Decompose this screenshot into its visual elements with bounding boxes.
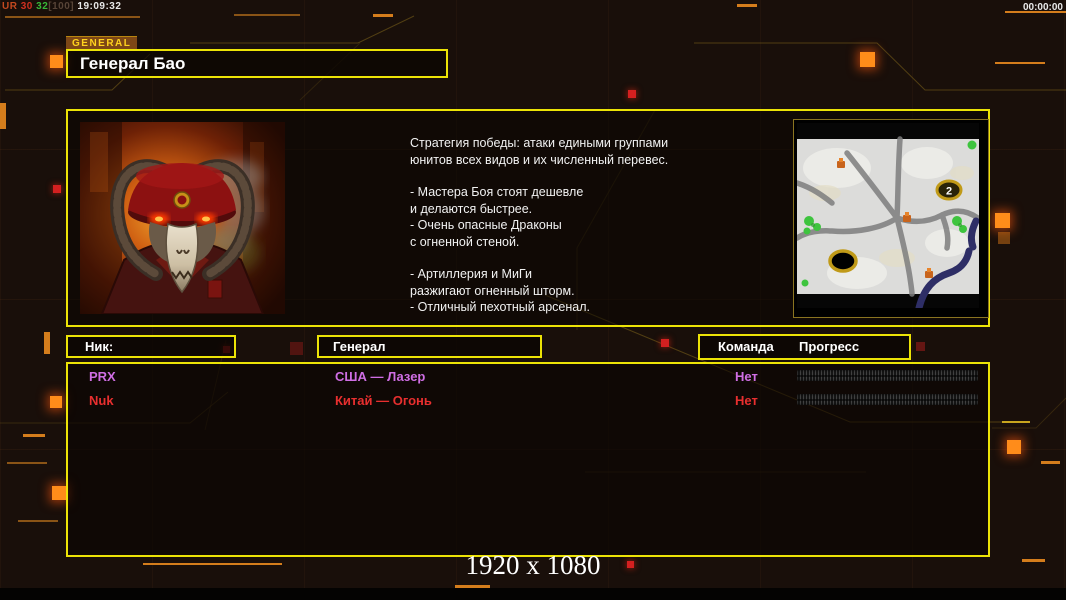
player-row: Nuk Китай — Огонь Нет bbox=[68, 390, 988, 414]
header-general: Генерал bbox=[317, 335, 542, 358]
debug-segment: 19:09:32 bbox=[77, 1, 122, 12]
glow-square bbox=[50, 55, 63, 68]
player-nick: Nuk bbox=[89, 393, 114, 408]
debug-overlay: UR 30 32[100] 19:09:32 bbox=[2, 1, 121, 12]
strategy-paragraph: Стратегия победы: атаки едиными группами… bbox=[410, 136, 669, 167]
player-nick: PRX bbox=[89, 369, 116, 384]
debug-segment: 32 bbox=[36, 1, 49, 12]
glow-square bbox=[1007, 440, 1021, 454]
debug-segment: UR bbox=[2, 1, 21, 12]
strategy-paragraph: - Артиллерия и МиГи разжигают огненный ш… bbox=[410, 267, 590, 314]
glow-square bbox=[998, 232, 1010, 244]
header-team: Команда bbox=[718, 339, 774, 354]
player-general: Китай — Огонь bbox=[335, 393, 432, 408]
glow-square bbox=[290, 342, 303, 355]
start-position-1 bbox=[828, 249, 858, 273]
glow-square bbox=[995, 213, 1010, 228]
bottom-bar bbox=[0, 588, 1066, 600]
glow-square bbox=[53, 185, 61, 193]
resolution-label: 1920 x 1080 bbox=[465, 550, 601, 580]
strategy-description: Стратегия победы: атаки едиными группами… bbox=[410, 135, 720, 332]
trace-dash bbox=[44, 332, 50, 354]
header-team-progress: Команда Прогресс bbox=[698, 334, 911, 360]
trace-dash bbox=[373, 14, 393, 17]
trace-dash bbox=[7, 462, 47, 464]
loading-screen: UR 30 32[100] 19:09:32 00:00:00 GENERAL … bbox=[0, 0, 1066, 600]
debug-segment: [100] bbox=[48, 1, 78, 12]
general-info-panel: Стратегия победы: атаки едиными группами… bbox=[66, 109, 990, 327]
start-position-number: 2 bbox=[946, 186, 952, 198]
trace-dash bbox=[737, 4, 757, 7]
general-portrait bbox=[80, 122, 285, 314]
general-tab-label: GENERAL bbox=[66, 36, 138, 50]
trace-dash bbox=[18, 520, 58, 522]
trace-dash bbox=[23, 434, 45, 437]
glow-square bbox=[628, 90, 636, 98]
player-team: Нет bbox=[735, 369, 758, 384]
match-timer: 00:00:00 bbox=[1022, 2, 1063, 13]
load-progress-bar bbox=[797, 370, 978, 381]
start-position-2: 2 bbox=[935, 179, 963, 201]
trace-dash bbox=[0, 103, 6, 129]
header-nick: Ник: bbox=[66, 335, 236, 358]
glow-square bbox=[661, 339, 669, 347]
glow-square bbox=[52, 486, 66, 500]
glow-square bbox=[50, 396, 62, 408]
player-general: США — Лазер bbox=[335, 369, 426, 384]
trace-dash bbox=[5, 16, 140, 18]
trace-dash bbox=[234, 14, 300, 16]
minimap: 2 bbox=[797, 123, 979, 308]
general-title: Генерал Бао bbox=[66, 49, 448, 78]
strategy-paragraph: - Мастера Боя стоят дешевле и делаются б… bbox=[410, 185, 584, 249]
glow-square bbox=[916, 342, 925, 351]
player-row: PRX США — Лазер Нет bbox=[68, 366, 988, 390]
debug-segment: 30 bbox=[20, 1, 37, 12]
load-progress-bar bbox=[797, 394, 978, 405]
trace-dash bbox=[995, 62, 1045, 64]
header-progress: Прогресс bbox=[799, 339, 860, 354]
trace-dash bbox=[1002, 421, 1030, 423]
glow-square bbox=[860, 52, 875, 67]
trace-dash bbox=[1041, 461, 1060, 464]
players-panel: PRX США — Лазер Нет Nuk Китай — Огонь Не… bbox=[66, 362, 990, 557]
general-title-text: Генерал Бао bbox=[80, 54, 186, 73]
minimap-panel: 2 bbox=[793, 119, 989, 318]
player-team: Нет bbox=[735, 393, 758, 408]
